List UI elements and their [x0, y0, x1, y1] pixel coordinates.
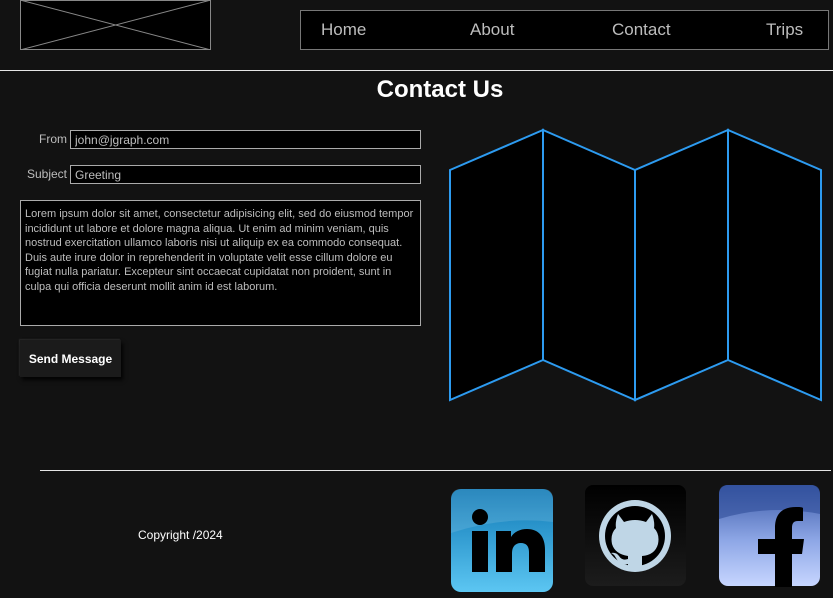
- nav-item-about[interactable]: About: [470, 11, 514, 49]
- send-message-button[interactable]: Send Message: [20, 340, 121, 377]
- nav-bar: Home About Contact Trips: [300, 10, 829, 50]
- subject-label: Subject: [26, 167, 67, 181]
- copyright-text: Copyright /2024: [138, 528, 223, 542]
- from-field[interactable]: [70, 130, 421, 149]
- folded-map-icon: [448, 128, 824, 403]
- nav-item-contact[interactable]: Contact: [612, 11, 671, 49]
- header-divider: [0, 70, 833, 71]
- page-title: Contact Us: [376, 76, 504, 103]
- from-label: From: [39, 132, 67, 146]
- linkedin-icon[interactable]: [450, 488, 554, 593]
- logo-placeholder: [19, 0, 212, 51]
- github-icon[interactable]: [584, 484, 687, 587]
- nav-item-home[interactable]: Home: [321, 11, 366, 49]
- facebook-icon[interactable]: [718, 484, 821, 587]
- footer-divider: [40, 470, 831, 471]
- subject-field[interactable]: [70, 165, 421, 184]
- message-textarea[interactable]: Lorem ipsum dolor sit amet, consectetur …: [20, 200, 421, 326]
- nav-item-trips[interactable]: Trips: [766, 11, 803, 49]
